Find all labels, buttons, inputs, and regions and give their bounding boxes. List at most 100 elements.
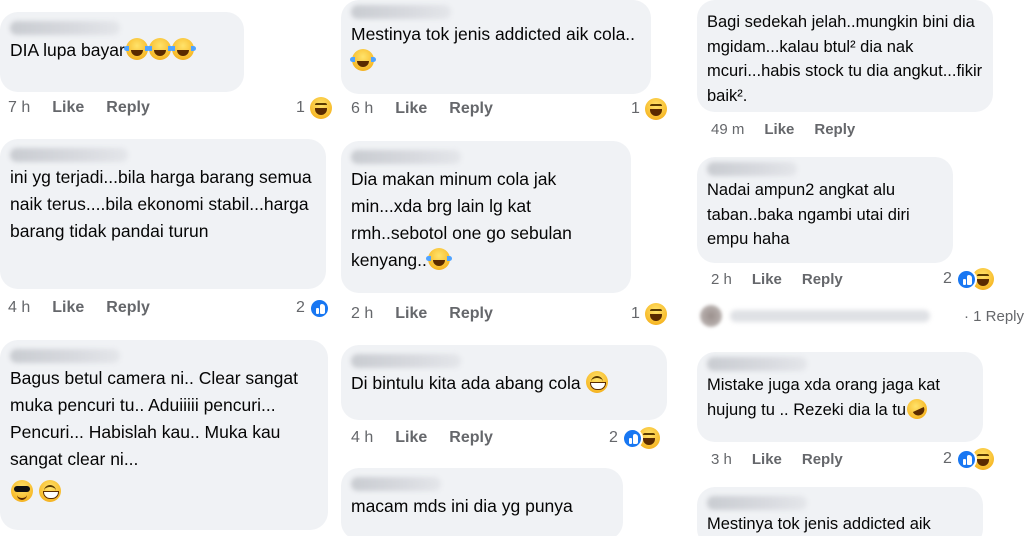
comment-bubble: Bagus betul camera ni.. Clear sangat muk… [0,340,328,530]
comment-bubble: ini yg terjadi...bila harga barang semua… [0,139,326,289]
comment-bubble: Mistake juga xda orang jaga kat hujung t… [697,352,983,442]
reply-button[interactable]: Reply [802,451,843,468]
reply-button[interactable]: Reply [106,299,150,317]
like-reaction-icon [308,297,330,319]
comment-bubble: Di bintulu kita ada abang cola [341,345,667,420]
author-name-blurred[interactable] [351,150,461,164]
reaction-summary[interactable]: 1 [631,301,667,327]
comment-time[interactable]: 2 h [711,271,732,288]
reply-button[interactable]: Reply [449,100,493,118]
tears-of-joy-icon [425,248,452,270]
author-name-blurred[interactable] [707,357,807,371]
comment-column-1: DIA lupa bayar 7 h Like Reply 1 ini yg t… [0,0,340,536]
author-name-blurred[interactable] [707,162,797,176]
like-button[interactable]: Like [395,305,427,323]
like-button[interactable]: Like [395,100,427,118]
comment-text: ini yg terjadi...bila harga barang semua… [10,167,312,241]
like-reaction-icon [621,427,643,449]
comment-text: macam mds ini dia yg punya [351,496,573,516]
haha-reaction-icon [309,97,332,119]
comment-column-3: Bagi sedekah jelah..mungkin bini dia mgi… [697,0,1024,536]
like-button[interactable]: Like [752,271,782,288]
comment-text: Bagi sedekah jelah..mungkin bini dia mgi… [707,13,983,105]
reaction-summary[interactable]: 2 [943,266,994,292]
replier-name-blurred [730,310,930,322]
author-name-blurred[interactable] [707,496,807,510]
comment-column-2: Mestinya tok jenis addicted aik cola.. 6… [341,0,686,536]
reply-button[interactable]: Reply [449,429,493,447]
comment-text: DIA lupa bayar [10,40,125,60]
author-name-blurred[interactable] [351,5,451,19]
reply-button[interactable]: Reply [802,271,843,288]
comment-bubble: Dia makan minum cola jak min...xda brg l… [341,141,631,293]
tears-of-joy-icon [350,49,376,71]
like-reaction-icon [955,268,977,290]
view-replies-link[interactable]: · 1 Reply [964,308,1024,325]
grinning-face-icon [38,480,61,502]
like-reaction-icon [955,448,977,470]
comment-text: Mistake juga xda orang jaga kat hujung t… [707,376,940,419]
author-name-blurred[interactable] [10,21,120,35]
author-name-blurred[interactable] [351,354,461,368]
comment-bubble: Bagi sedekah jelah..mungkin bini dia mgi… [697,0,993,112]
comment-time[interactable]: 4 h [8,299,30,317]
comment-time[interactable]: 3 h [711,451,732,468]
comment-text: Nadai ampun2 angkat alu taban..baka ngam… [707,181,910,248]
reaction-count: 2 [943,270,952,287]
comment-text: Bagus betul camera ni.. Clear sangat muk… [10,368,298,469]
comment-time[interactable]: 7 h [8,99,30,117]
comment-actions: 2 h Like Reply [711,267,843,291]
reaction-count: 2 [296,299,305,316]
reaction-count: 1 [631,100,640,117]
sunglasses-face-icon [11,480,33,502]
reaction-summary[interactable]: 1 [296,95,332,121]
like-button[interactable]: Like [764,121,794,138]
reaction-summary[interactable]: 1 [631,96,667,122]
comment-text: Mestinya tok jenis addicted aik [707,515,931,533]
comment-text: Di bintulu kita ada abang cola [351,373,581,393]
avatar [700,305,722,327]
comment-bubble: Mestinya tok jenis addicted aik cola.. [341,0,651,94]
comment-actions: 2 h Like Reply [351,302,493,326]
reply-button[interactable]: Reply [814,121,855,138]
comment-time[interactable]: 49 m [711,121,744,138]
reaction-count: 2 [609,429,618,446]
reaction-count: 2 [943,450,952,467]
tears-of-joy-icon [169,38,196,60]
grinning-squinting-face-icon [586,371,609,393]
comment-bubble: DIA lupa bayar [0,12,244,92]
author-name-blurred[interactable] [10,148,128,162]
reply-button[interactable]: Reply [106,99,150,117]
comment-actions: 7 h Like Reply [8,96,150,120]
like-button[interactable]: Like [395,429,427,447]
author-name-blurred[interactable] [351,477,441,491]
comment-text: Dia makan minum cola jak min...xda brg l… [351,169,572,270]
tears-of-joy-icon [146,38,173,60]
comment-time[interactable]: 4 h [351,429,373,447]
like-button[interactable]: Like [52,299,84,317]
comment-bubble: Mestinya tok jenis addicted aik [697,487,983,536]
comment-text: Mestinya tok jenis addicted aik cola.. [351,24,636,44]
comment-time[interactable]: 6 h [351,100,373,118]
comment-actions: 6 h Like Reply [351,97,493,121]
author-name-blurred[interactable] [10,349,120,363]
tears-of-joy-icon [123,38,150,60]
reaction-summary[interactable]: 2 [943,446,994,472]
reply-button[interactable]: Reply [449,305,493,323]
comment-bubble: Nadai ampun2 angkat alu taban..baka ngam… [697,157,953,263]
comment-actions: 4 h Like Reply [8,296,150,320]
comment-actions: 3 h Like Reply [711,447,843,471]
reaction-count: 1 [296,99,305,116]
like-button[interactable]: Like [52,99,84,117]
comment-actions: 49 m Like Reply [711,117,855,141]
view-replies-row[interactable]: · 1 Reply [700,302,1024,330]
comment-time[interactable]: 2 h [351,305,373,323]
comment-actions: 4 h Like Reply [351,426,493,450]
reaction-summary[interactable]: 2 [609,425,660,451]
reaction-count: 1 [631,305,640,322]
reaction-summary[interactable]: 2 [296,295,330,321]
rolling-on-floor-laughing-icon [903,395,931,422]
haha-reaction-icon [644,303,667,325]
like-button[interactable]: Like [752,451,782,468]
comment-bubble: macam mds ini dia yg punya [341,468,623,536]
